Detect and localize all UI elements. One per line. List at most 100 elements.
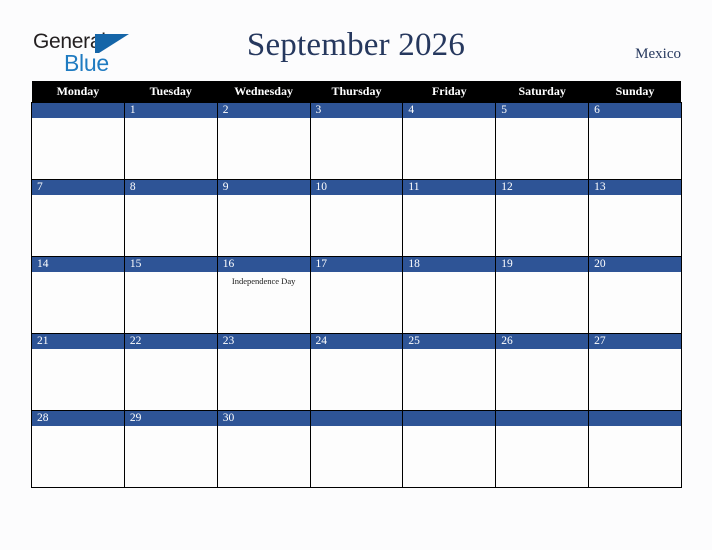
day-number: 13 xyxy=(589,180,681,195)
day-events xyxy=(125,272,217,276)
day-number: 29 xyxy=(124,411,217,426)
day-events xyxy=(125,426,217,430)
day-events xyxy=(403,272,495,276)
calendar-day-cell[interactable]: 16 Independence Day xyxy=(216,256,311,334)
calendar-day-cell[interactable]: 22 xyxy=(123,333,218,411)
calendar-day-cell[interactable]: 8 xyxy=(123,179,218,257)
calendar-day-cell[interactable]: 30 xyxy=(216,410,311,488)
calendar-day-cell[interactable]: 26 xyxy=(495,333,590,411)
calendar-day-cell[interactable]: 19 xyxy=(495,256,590,334)
day-events xyxy=(496,426,588,430)
calendar-day-cell[interactable]: 5 xyxy=(495,102,590,180)
calendar-day-cell[interactable]: 20 xyxy=(588,256,682,334)
weekday-header-friday: Friday xyxy=(402,81,496,103)
calendar-header-row: Monday Tuesday Wednesday Thursday Friday Satu… xyxy=(31,81,682,103)
day-number xyxy=(310,411,403,426)
calendar-day-cell[interactable]: 3 xyxy=(309,102,404,180)
day-events xyxy=(125,118,217,122)
calendar-day-cell[interactable]: 9 xyxy=(216,179,311,257)
calendar-empty-cell xyxy=(588,410,682,488)
calendar-day-cell[interactable]: 21 xyxy=(31,333,125,411)
day-cell-inner: 11 xyxy=(403,180,496,256)
day-cell-inner: 30 xyxy=(217,411,310,487)
day-number xyxy=(496,411,589,426)
day-events xyxy=(589,195,681,199)
day-cell-inner: 21 xyxy=(32,334,124,410)
day-cell-inner: 5 xyxy=(496,103,589,179)
day-events xyxy=(218,118,310,122)
day-cell-inner: 13 xyxy=(589,180,681,256)
calendar-week-row: 14 15 16 Independence Day 17 18 19 20 xyxy=(31,256,682,334)
calendar-day-cell[interactable]: 6 xyxy=(588,102,682,180)
calendar-day-cell[interactable]: 15 xyxy=(123,256,218,334)
day-number: 1 xyxy=(124,103,217,118)
day-number: 2 xyxy=(217,103,310,118)
calendar-day-cell[interactable]: 10 xyxy=(309,179,404,257)
calendar-day-cell[interactable]: 11 xyxy=(402,179,497,257)
day-number: 24 xyxy=(310,334,403,349)
calendar-day-cell[interactable]: 12 xyxy=(495,179,590,257)
calendar-day-cell[interactable]: 27 xyxy=(588,333,682,411)
calendar-day-cell[interactable]: 18 xyxy=(402,256,497,334)
day-cell-inner: 16 Independence Day xyxy=(217,257,310,333)
calendar-day-cell[interactable]: 23 xyxy=(216,333,311,411)
calendar-empty-cell xyxy=(309,410,404,488)
day-cell-inner: 20 xyxy=(589,257,681,333)
day-number: 15 xyxy=(124,257,217,272)
day-cell-inner: 25 xyxy=(403,334,496,410)
day-number: 20 xyxy=(589,257,681,272)
day-cell-inner: 12 xyxy=(496,180,589,256)
day-events xyxy=(403,426,495,430)
day-events xyxy=(311,349,403,353)
day-cell-inner: 8 xyxy=(124,180,217,256)
calendar-day-cell[interactable]: 13 xyxy=(588,179,682,257)
calendar-week-row: 21 22 23 24 25 26 27 xyxy=(31,333,682,411)
calendar-day-cell[interactable]: 24 xyxy=(309,333,404,411)
day-number: 4 xyxy=(403,103,496,118)
calendar-empty-cell xyxy=(31,102,125,180)
day-cell-inner: 17 xyxy=(310,257,403,333)
day-cell-inner: 29 xyxy=(124,411,217,487)
day-cell-inner: 26 xyxy=(496,334,589,410)
day-cell-inner: 9 xyxy=(217,180,310,256)
calendar-day-cell[interactable]: 2 xyxy=(216,102,311,180)
calendar-day-cell[interactable]: 14 xyxy=(31,256,125,334)
weekday-header-row: Monday Tuesday Wednesday Thursday Friday Satu… xyxy=(31,81,682,103)
day-number: 9 xyxy=(217,180,310,195)
day-cell-inner: 18 xyxy=(403,257,496,333)
day-number: 14 xyxy=(32,257,124,272)
day-events xyxy=(403,349,495,353)
day-events xyxy=(589,272,681,276)
calendar-day-cell[interactable]: 29 xyxy=(123,410,218,488)
day-events xyxy=(496,195,588,199)
day-events xyxy=(218,195,310,199)
day-events xyxy=(311,195,403,199)
calendar-day-cell[interactable]: 28 xyxy=(31,410,125,488)
day-cell-inner xyxy=(589,411,681,487)
day-events xyxy=(311,272,403,276)
day-events xyxy=(32,349,124,353)
day-events xyxy=(496,118,588,122)
calendar-day-cell[interactable]: 17 xyxy=(309,256,404,334)
day-events xyxy=(32,272,124,276)
day-events xyxy=(32,118,124,122)
day-events xyxy=(496,349,588,353)
weekday-header-monday: Monday xyxy=(31,81,125,103)
day-events xyxy=(125,195,217,199)
calendar-day-cell[interactable]: 7 xyxy=(31,179,125,257)
day-cell-inner: 15 xyxy=(124,257,217,333)
calendar-day-cell[interactable]: 4 xyxy=(402,102,497,180)
calendar-day-cell[interactable]: 1 xyxy=(123,102,218,180)
calendar-empty-cell xyxy=(495,410,590,488)
day-number xyxy=(589,411,681,426)
day-number: 22 xyxy=(124,334,217,349)
weekday-header-wednesday: Wednesday xyxy=(217,81,311,103)
weekday-header-tuesday: Tuesday xyxy=(124,81,218,103)
day-number: 27 xyxy=(589,334,681,349)
day-cell-inner: 10 xyxy=(310,180,403,256)
page-header: General Blue September 2026 Mexico xyxy=(0,0,712,81)
day-number: 3 xyxy=(310,103,403,118)
calendar-day-cell[interactable]: 25 xyxy=(402,333,497,411)
day-number: 10 xyxy=(310,180,403,195)
day-number: 6 xyxy=(589,103,681,118)
